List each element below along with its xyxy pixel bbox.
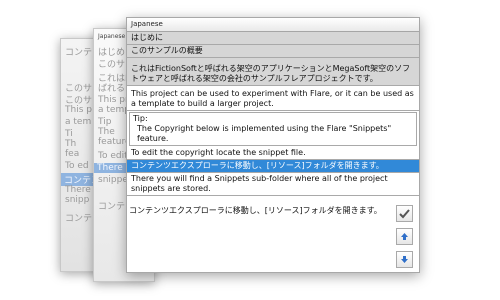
segment-row[interactable]: To edit the copyright locate the snippet… xyxy=(127,147,419,160)
language-header: Japanese xyxy=(127,18,419,32)
segment-row[interactable]: これはFictionSoftと呼ばれる架空のアプリケーションとMegaSoft架… xyxy=(127,58,419,86)
translation-editor[interactable]: コンテンツエクスプローラに移動し、[リソース]フォルダを開きます。 xyxy=(127,204,385,272)
tip-body: The Copyright below is implemented using… xyxy=(137,124,392,143)
ghost-line: To edit xyxy=(98,151,128,161)
ghost-line: Ti xyxy=(65,129,73,139)
ghost-line: ばれる xyxy=(98,84,126,94)
arrow-down-icon xyxy=(401,256,408,263)
ghost-line: fea xyxy=(65,149,80,159)
segment-row-selected[interactable]: コンテンツエクスプローラに移動し、[リソース]フォルダを開きます。 xyxy=(127,160,419,173)
move-up-button[interactable] xyxy=(396,228,413,245)
ghost-line: To ed xyxy=(65,161,89,171)
ghost-language-label: Japanese xyxy=(98,33,126,40)
tip-block[interactable]: Tip: The Copyright below is implemented … xyxy=(129,112,417,146)
segment-row[interactable]: This project can be used to experiment w… xyxy=(127,86,419,111)
tip-title: Tip: xyxy=(133,114,148,123)
segment-row[interactable]: このサンプルの概要 xyxy=(127,45,419,58)
arrow-up-icon xyxy=(401,233,408,240)
ghost-line: This pr xyxy=(98,95,129,105)
confirm-button[interactable] xyxy=(396,205,413,222)
ghost-line: This p xyxy=(65,105,92,115)
ghost-line: a tem xyxy=(65,117,92,127)
segment-grid: はじめに このサンプルの概要 これはFictionSoftと呼ばれる架空のアプリ… xyxy=(127,32,419,196)
ghost-line: The xyxy=(98,127,115,137)
move-down-button[interactable] xyxy=(396,251,413,268)
check-icon xyxy=(399,208,410,218)
segment-row[interactable]: はじめに xyxy=(127,32,419,45)
translation-panel: Japanese はじめに このサンプルの概要 これはFictionSoftと呼… xyxy=(126,17,420,273)
ghost-line: There xyxy=(65,185,91,195)
ghost-line: Th xyxy=(65,139,77,149)
ghost-line: snipp xyxy=(65,195,90,205)
ghost-line-highlighted: There xyxy=(94,163,126,173)
ghost-line: Tip xyxy=(98,117,112,127)
segment-row[interactable]: There you will find a Snippets sub-folde… xyxy=(127,173,419,196)
